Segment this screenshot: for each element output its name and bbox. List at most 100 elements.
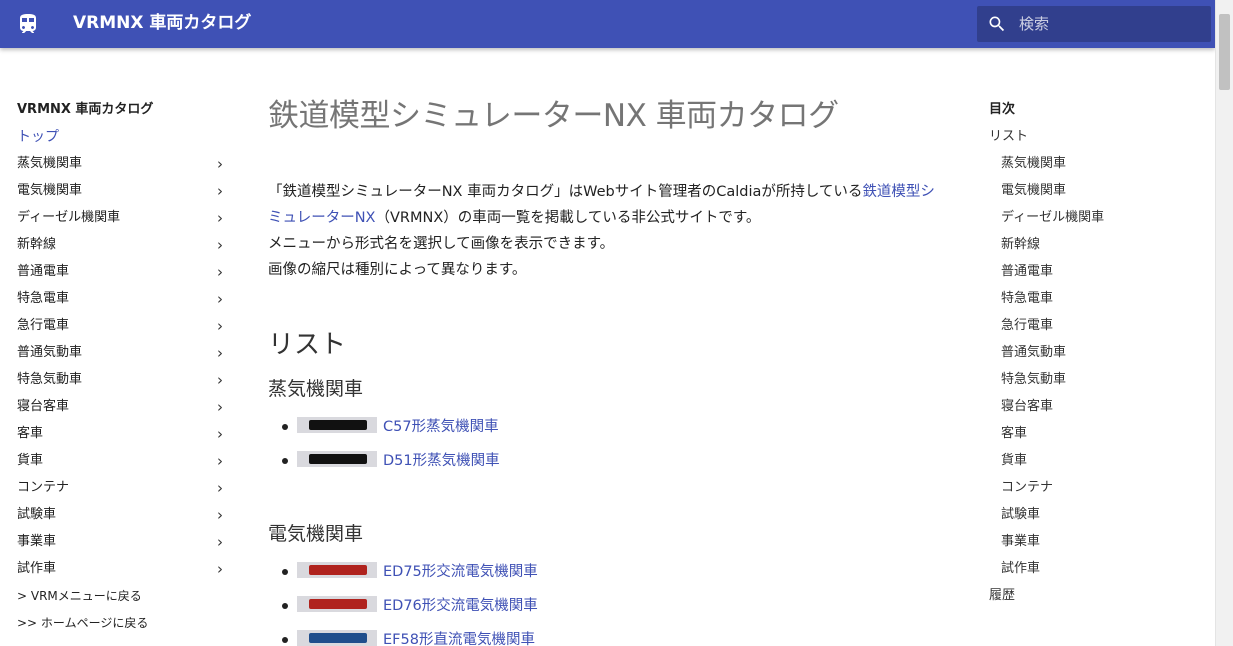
nav-item-label: 試作車 xyxy=(17,561,57,576)
toc-item[interactable]: 事業車 xyxy=(989,532,1209,559)
chevron-right-icon[interactable]: › xyxy=(217,316,223,336)
page-title: 鉄道模型シミュレーターNX 車両カタログ xyxy=(268,98,839,134)
nav-item-category[interactable]: コンテナ › xyxy=(17,478,227,505)
bullet-icon xyxy=(282,424,288,430)
vehicle-thumbnail[interactable] xyxy=(297,562,377,578)
toc-item[interactable]: 特急電車 xyxy=(989,289,1209,316)
nav-item-label: 事業車 xyxy=(17,534,57,549)
nav-item-category[interactable]: 客車 › xyxy=(17,424,227,451)
toc-item[interactable]: 普通電車 xyxy=(989,262,1209,289)
chevron-right-icon[interactable]: › xyxy=(217,478,223,498)
chevron-right-icon[interactable]: › xyxy=(217,154,223,174)
chevron-right-icon[interactable]: › xyxy=(217,181,223,201)
nav-item-category[interactable]: 電気機関車 › xyxy=(17,181,227,208)
chevron-right-icon[interactable]: › xyxy=(217,424,223,444)
list-item: ED75形交流電気機関車 xyxy=(268,561,948,595)
chevron-right-icon[interactable]: › xyxy=(217,208,223,228)
toc-item[interactable]: ディーゼル機関車 xyxy=(989,208,1209,235)
nav-item-top[interactable]: トップ xyxy=(17,127,227,154)
bullet-icon xyxy=(282,458,288,464)
vehicle-silhouette xyxy=(309,454,367,464)
vehicle-link[interactable]: ED75形交流電気機関車 xyxy=(383,564,538,580)
bullet-icon xyxy=(282,569,288,575)
chevron-right-icon[interactable]: › xyxy=(217,532,223,552)
toc-item[interactable]: コンテナ xyxy=(989,478,1209,505)
toc-item-history[interactable]: 履歴 xyxy=(989,586,1209,613)
nav-item-category[interactable]: 試作車 › xyxy=(17,559,227,586)
toc-item[interactable]: 試作車 xyxy=(989,559,1209,586)
primary-navigation: VRMNX 車両カタログ トップ 蒸気機関車 › 電気機関車 › ディーゼル機関車 › 新幹… xyxy=(17,100,227,640)
search-input[interactable] xyxy=(1019,12,1199,36)
scrollbar-thumb[interactable] xyxy=(1219,14,1230,90)
nav-item-category[interactable]: 普通電車 › xyxy=(17,262,227,289)
nav-item-category[interactable]: 事業車 › xyxy=(17,532,227,559)
nav-item-category[interactable]: ディーゼル機関車 › xyxy=(17,208,227,235)
main-content: 鉄道模型シミュレーターNX 車両カタログ 「鉄道模型シミュレーターNX 車両カタ… xyxy=(268,96,948,646)
chevron-right-icon[interactable]: › xyxy=(217,451,223,471)
nav-item-category[interactable]: 貨車 › xyxy=(17,451,227,478)
nav-title: VRMNX 車両カタログ xyxy=(17,102,154,117)
vehicle-thumbnail[interactable] xyxy=(297,630,377,646)
vehicle-link[interactable]: ED76形交流電気機関車 xyxy=(383,598,538,614)
vehicle-silhouette xyxy=(309,599,367,609)
nav-item-label: 普通電車 xyxy=(17,264,70,279)
vehicle-link[interactable]: EF58形直流電気機関車 xyxy=(383,632,535,646)
vehicle-link[interactable]: C57形蒸気機関車 xyxy=(383,419,499,435)
nav-item-label: 貨車 xyxy=(17,453,44,468)
toc-item[interactable]: 急行電車 xyxy=(989,316,1209,343)
toc-item[interactable]: 新幹線 xyxy=(989,235,1209,262)
nav-item-category[interactable]: 新幹線 › xyxy=(17,235,227,262)
vehicle-thumbnail[interactable] xyxy=(297,417,377,433)
intro-line: メニューから形式名を選択して画像を表示できます。 xyxy=(268,236,615,252)
search-box[interactable] xyxy=(977,6,1211,42)
nav-item-label: 蒸気機関車 xyxy=(17,156,83,171)
nav-item-label: 新幹線 xyxy=(17,237,57,252)
toc-item[interactable]: 寝台客車 xyxy=(989,397,1209,424)
vehicle-link[interactable]: D51形蒸気機関車 xyxy=(383,453,500,469)
toc-item-list[interactable]: リスト xyxy=(989,127,1209,154)
chevron-right-icon[interactable]: › xyxy=(217,235,223,255)
chevron-right-icon[interactable]: › xyxy=(217,370,223,390)
vehicle-thumbnail[interactable] xyxy=(297,596,377,612)
intro-line: 画像の縮尺は種別によって異なります。 xyxy=(268,262,527,278)
chevron-right-icon[interactable]: › xyxy=(217,559,223,579)
nav-item-category[interactable]: 蒸気機関車 › xyxy=(17,154,227,181)
nav-item-category[interactable]: 特急気動車 › xyxy=(17,370,227,397)
page-scrollbar[interactable] xyxy=(1215,0,1233,646)
nav-item-category[interactable]: 試験車 › xyxy=(17,505,227,532)
nav-item-label: 急行電車 xyxy=(17,318,70,333)
nav-item-category[interactable]: 特急電車 › xyxy=(17,289,227,316)
list-item: EF58形直流電気機関車 xyxy=(268,629,948,646)
nav-item-category[interactable]: 普通気動車 › xyxy=(17,343,227,370)
nav-item-category[interactable]: 寝台客車 › xyxy=(17,397,227,424)
list-heading: リスト xyxy=(268,330,347,360)
toc-item[interactable]: 普通気動車 xyxy=(989,343,1209,370)
nav-item-category[interactable]: 急行電車 › xyxy=(17,316,227,343)
nav-item-label: 電気機関車 xyxy=(17,183,83,198)
toc-item[interactable]: 客車 xyxy=(989,424,1209,451)
chevron-right-icon[interactable]: › xyxy=(217,505,223,525)
chevron-right-icon[interactable]: › xyxy=(217,262,223,282)
toc-item[interactable]: 貨車 xyxy=(989,451,1209,478)
toc-item[interactable]: 特急気動車 xyxy=(989,370,1209,397)
section-heading: 電気機関車 xyxy=(268,523,364,545)
list-item: D51形蒸気機関車 xyxy=(268,450,948,484)
table-of-contents: 目次 リスト 蒸気機関車 電気機関車 ディーゼル機関車 新幹線 普通電車 特急電車 急行電車… xyxy=(989,100,1209,613)
nav-link-back-vrm[interactable]: > VRMメニューに戻る xyxy=(17,586,227,613)
chevron-right-icon[interactable]: › xyxy=(217,289,223,309)
vehicle-list: ED75形交流電気機関車 ED76形交流電気機関車 EF58形直流電気機関車 xyxy=(268,561,948,646)
nav-item-label: ディーゼル機関車 xyxy=(17,210,121,225)
site-title[interactable]: VRMNX 車両カタログ xyxy=(73,12,251,34)
top-app-bar: VRMNX 車両カタログ xyxy=(0,0,1215,48)
toc-item[interactable]: 蒸気機関車 xyxy=(989,154,1209,181)
chevron-right-icon[interactable]: › xyxy=(217,397,223,417)
vehicle-thumbnail[interactable] xyxy=(297,451,377,467)
toc-item[interactable]: 試験車 xyxy=(989,505,1209,532)
nav-link-back-home[interactable]: >> ホームページに戻る xyxy=(17,613,227,640)
chevron-right-icon[interactable]: › xyxy=(217,343,223,363)
train-icon[interactable] xyxy=(16,12,40,36)
vehicle-silhouette xyxy=(309,633,367,643)
toc-item[interactable]: 電気機関車 xyxy=(989,181,1209,208)
nav-item-label: 特急電車 xyxy=(17,291,70,306)
nav-item-label: 普通気動車 xyxy=(17,345,83,360)
